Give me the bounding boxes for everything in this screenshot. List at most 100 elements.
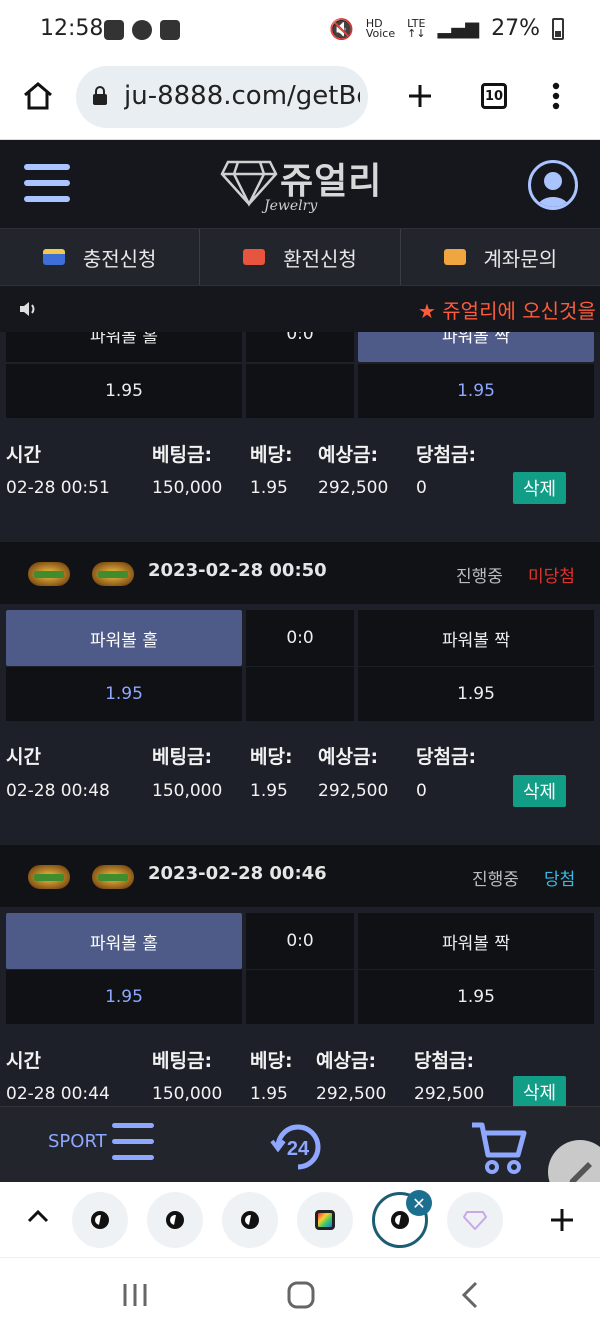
odd-right: 1.95 xyxy=(358,970,594,1024)
account-inquiry-button[interactable]: 계좌문의 xyxy=(401,229,600,285)
tab-item[interactable] xyxy=(147,1192,203,1248)
odd-left: 1.95 xyxy=(6,364,242,418)
site-header: 쥬얼리 Jewelry xyxy=(0,140,600,228)
chat-bubble-icon xyxy=(132,20,152,40)
tab-item[interactable] xyxy=(297,1192,353,1248)
label-time: 시간 xyxy=(6,746,41,768)
odd-middle xyxy=(246,667,354,721)
support-24-label: 24 xyxy=(287,1138,310,1160)
back-icon[interactable] xyxy=(458,1280,482,1310)
deposit-request-button[interactable]: 충전신청 xyxy=(0,229,201,285)
site-bottom-nav: SPORT 24 xyxy=(0,1106,600,1182)
home-icon[interactable] xyxy=(16,74,60,118)
bet-stake: 150,000 xyxy=(152,1084,223,1104)
label-won: 당첨금: xyxy=(416,746,477,768)
battery-percent: 27% xyxy=(491,16,540,41)
bet-status: 진행중 xyxy=(456,567,503,587)
label-stake: 베팅금: xyxy=(152,746,213,768)
recent-apps-icon[interactable] xyxy=(120,1282,150,1308)
bet-odds: 1.95 xyxy=(250,478,288,498)
tab-item[interactable] xyxy=(72,1192,128,1248)
collapse-tabs-icon[interactable] xyxy=(26,1208,50,1228)
notice-text: ★ 쥬얼리에 오신것을 xyxy=(418,299,596,323)
bet-stake: 150,000 xyxy=(152,478,223,498)
delete-button[interactable]: 삭제 xyxy=(513,775,566,807)
cart-icon[interactable] xyxy=(470,1119,528,1175)
odd-left: 1.95 xyxy=(6,970,242,1024)
delete-button[interactable]: 삭제 xyxy=(513,1076,566,1106)
tab-item[interactable] xyxy=(447,1192,503,1248)
label-odds: 베당: xyxy=(250,1050,293,1072)
tab-item[interactable] xyxy=(222,1192,278,1248)
bet-date: 2023-02-28 00:50 xyxy=(148,560,327,581)
system-nav-bar xyxy=(0,1258,600,1333)
lock-icon xyxy=(93,86,107,105)
bet-stake: 150,000 xyxy=(152,781,223,801)
user-avatar-icon[interactable] xyxy=(528,160,578,210)
pick-right-selected: 파워볼 짝 xyxy=(358,332,594,362)
tab-switcher-button[interactable]: 10 xyxy=(472,74,516,118)
menu-icon[interactable] xyxy=(24,164,70,204)
bet-odds: 1.95 xyxy=(250,781,288,801)
tab-count: 10 xyxy=(481,83,507,109)
label-won: 당첨금: xyxy=(414,1050,475,1072)
bet-status: 진행중 xyxy=(472,870,519,890)
label-expected: 예상금: xyxy=(318,746,379,768)
status-time: 12:58 xyxy=(40,16,104,41)
sport-menu-icon[interactable] xyxy=(112,1123,154,1165)
pick-right: 파워볼 짝 xyxy=(358,610,594,666)
withdraw-request-button[interactable]: 환전신청 xyxy=(200,229,401,285)
odd-middle xyxy=(246,364,354,418)
powerball-logo-icon xyxy=(92,865,134,889)
close-tab-icon[interactable]: ✕ xyxy=(406,1190,432,1216)
label-stake: 베팅금: xyxy=(152,444,213,466)
globe-icon xyxy=(391,1211,409,1229)
new-tab-icon[interactable] xyxy=(398,74,442,118)
odd-right: 1.95 xyxy=(358,667,594,721)
bet-time: 02-28 00:51 xyxy=(6,478,110,498)
volte-icon: HD Voice xyxy=(365,16,396,40)
pick-left: 파워볼 홀 xyxy=(6,332,242,362)
app-notification-icon xyxy=(160,20,180,40)
address-bar[interactable]: ju-8888.com/getBe xyxy=(76,66,368,128)
pick-left-selected: 파워볼 홀 xyxy=(6,913,242,969)
site-logo[interactable]: 쥬얼리 Jewelry xyxy=(220,152,390,222)
score: 0:0 xyxy=(246,913,354,969)
more-menu-icon[interactable] xyxy=(534,74,578,118)
chat-icon xyxy=(443,249,466,265)
delete-button[interactable]: 삭제 xyxy=(513,472,566,504)
status-bar: 12:58 🔇 HD Voice LTE ↑↓ ▂▄▆ 27% xyxy=(0,0,600,60)
bet-expected: 292,500 xyxy=(316,1084,387,1104)
pick-left-selected: 파워볼 홀 xyxy=(6,610,242,666)
label-odds: 베당: xyxy=(250,746,293,768)
globe-icon xyxy=(241,1211,259,1229)
lte-icon: LTE ↑↓ xyxy=(407,16,426,40)
label-expected: 예상금: xyxy=(316,1050,377,1072)
mute-icon: 🔇 xyxy=(328,16,354,41)
notification-icons xyxy=(104,20,180,40)
label-expected: 예상금: xyxy=(318,444,379,466)
label-odds: 베당: xyxy=(250,444,293,466)
sport-label[interactable]: SPORT xyxy=(48,1131,107,1152)
signal-icon: ▂▄▆ xyxy=(437,18,480,39)
bet-time: 02-28 00:48 xyxy=(6,781,110,801)
bet-won: 0 xyxy=(416,478,427,498)
battery-icon xyxy=(552,17,564,40)
quick-menu: 충전신청 환전신청 계좌문의 xyxy=(0,228,600,286)
tab-strip: ✕ xyxy=(0,1182,600,1258)
label-time: 시간 xyxy=(6,1050,41,1072)
odd-right: 1.95 xyxy=(358,364,594,418)
pick-right: 파워볼 짝 xyxy=(358,913,594,969)
bet-won: 0 xyxy=(416,781,427,801)
bet-card-header: 2023-02-28 00:50 진행중 미당첨 xyxy=(0,542,600,604)
speaker-icon xyxy=(20,302,35,316)
support-24-icon[interactable]: 24 xyxy=(268,1119,328,1175)
powerball-logo-icon xyxy=(28,865,70,889)
bet-result: 당첨 xyxy=(544,870,576,890)
bet-time: 02-28 00:44 xyxy=(6,1084,110,1104)
bet-history-list: 파워볼 홀 0:0 파워볼 짝 1.95 1.95 시간 베팅금: 베당: 예상… xyxy=(0,332,600,1106)
new-tab-plus-icon[interactable] xyxy=(548,1206,576,1238)
browser-toolbar: ju-8888.com/getBe 10 xyxy=(0,60,600,140)
label-time: 시간 xyxy=(6,444,41,466)
home-button-icon[interactable] xyxy=(286,1280,316,1310)
